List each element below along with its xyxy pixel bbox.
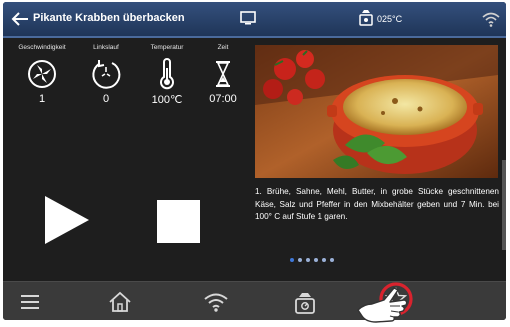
param-label: Geschwindigkeit	[18, 44, 66, 51]
header-bar: Pikante Krabben überbacken 025°C	[3, 2, 506, 38]
wifi-icon[interactable]	[481, 11, 501, 27]
param-value: 0	[102, 93, 110, 105]
stop-icon[interactable]	[157, 200, 200, 243]
param-reverse[interactable]: Linkslauf 0	[76, 44, 136, 105]
reverse-rotation-icon	[92, 60, 121, 89]
hourglass-icon	[216, 61, 230, 87]
page-dot[interactable]	[290, 258, 294, 262]
param-label: Zeit	[217, 44, 229, 51]
param-value: 1	[38, 93, 46, 105]
pointing-hand-icon	[357, 287, 408, 323]
thermometer-icon	[160, 58, 174, 90]
scrollbar[interactable]	[502, 160, 506, 250]
device-screen: Pikante Krabben überbacken 025°C Geschwi…	[3, 2, 506, 320]
home-icon[interactable]	[108, 291, 132, 313]
page-dot[interactable]	[330, 258, 334, 262]
param-time[interactable]: Zeit 07:00	[193, 44, 253, 105]
recipe-photo	[255, 45, 498, 178]
page-dot[interactable]	[314, 258, 318, 262]
param-temperature[interactable]: Temperatur 100℃	[137, 44, 197, 106]
param-label: Temperatur	[150, 44, 184, 51]
temperature-readout: 025°C	[377, 14, 403, 24]
page-dot[interactable]	[306, 258, 310, 262]
page-dot[interactable]	[298, 258, 302, 262]
speed-icon	[28, 60, 56, 88]
monitor-icon[interactable]	[239, 10, 257, 26]
param-value: 07:00	[209, 93, 237, 105]
kitchen-scale-icon[interactable]	[294, 291, 316, 315]
recipe-step-text: 1. Brühe, Sahne, Mehl, Butter, in grobe …	[255, 187, 499, 222]
param-value: 100℃	[151, 94, 183, 106]
wifi-icon[interactable]	[203, 291, 229, 313]
param-label: Linkslauf	[93, 44, 119, 51]
back-arrow-icon[interactable]	[11, 11, 29, 27]
page-dot[interactable]	[322, 258, 326, 262]
recipe-title: Pikante Krabben überbacken	[33, 12, 185, 24]
param-speed[interactable]: Geschwindigkeit 1	[12, 44, 72, 105]
play-icon[interactable]	[43, 194, 91, 246]
bottom-nav-bar	[3, 281, 506, 320]
menu-icon[interactable]	[19, 291, 41, 313]
kitchen-scale-icon	[359, 10, 373, 26]
